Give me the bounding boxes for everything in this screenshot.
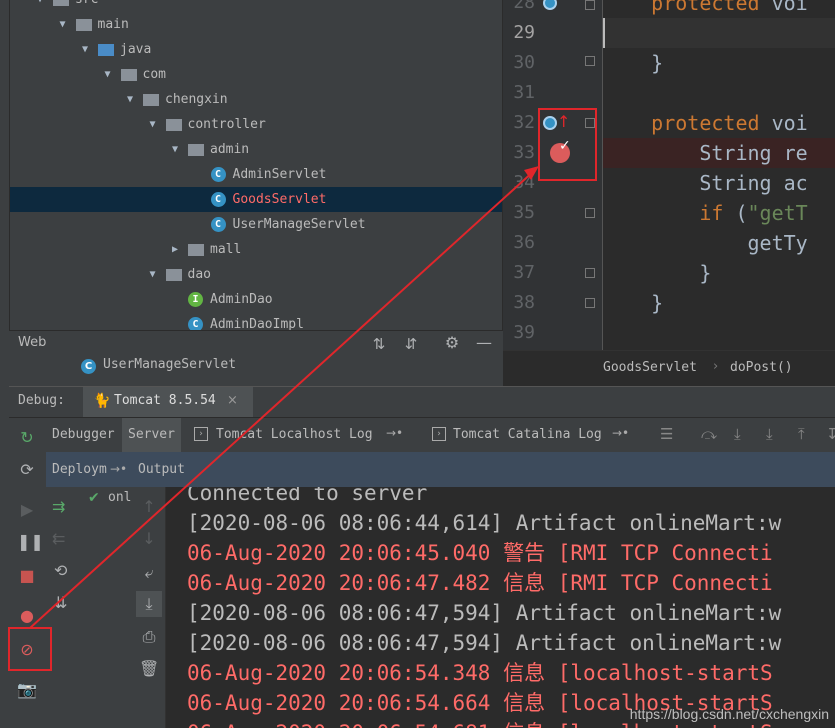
annotation-arrow-line (29, 169, 536, 629)
annotation-overlay (8, 108, 597, 671)
annotation-box (8, 627, 52, 671)
watermark: https://blog.csdn.net/cxchengxin (629, 706, 829, 722)
annotation-box (538, 108, 597, 181)
